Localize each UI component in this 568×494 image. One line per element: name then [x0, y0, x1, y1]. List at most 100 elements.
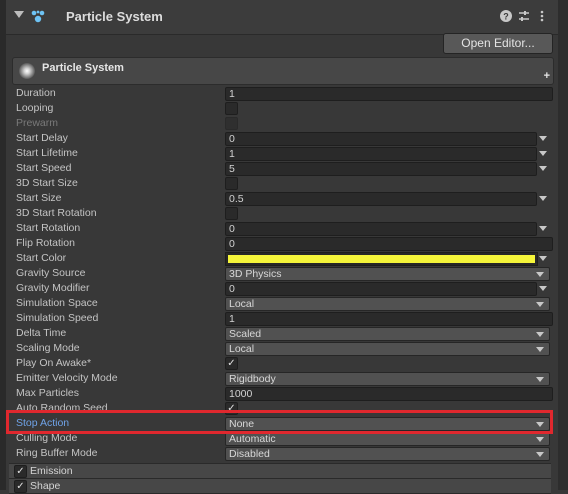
- label-start-delay: Start Delay: [16, 132, 68, 144]
- main-module-header[interactable]: Particle System +: [12, 57, 554, 85]
- label-start-rotation: Start Rotation: [16, 222, 81, 234]
- checkbox-prewarm: [225, 117, 238, 130]
- dropdown-culling-mode[interactable]: Automatic: [225, 432, 550, 446]
- label-play-on-awake: Play On Awake*: [16, 357, 92, 369]
- label-gravity-modifier: Gravity Modifier: [16, 282, 90, 294]
- help-icon[interactable]: ?: [499, 9, 513, 23]
- property-row-scaling-mode: Scaling Mode Local: [14, 341, 554, 356]
- label-start-color: Start Color: [16, 252, 67, 264]
- module-label-shape: Shape: [30, 480, 61, 492]
- dropdown-scaling-mode[interactable]: Local: [225, 342, 550, 356]
- color-menu-arrow-icon[interactable]: [539, 256, 547, 261]
- label-start-lifetime: Start Lifetime: [16, 147, 78, 159]
- chevron-down-icon: [536, 452, 544, 457]
- label-start-size: Start Size: [16, 192, 62, 204]
- label-delta-time: Delta Time: [16, 327, 67, 339]
- property-row-simulation-space: Simulation Space Local: [14, 296, 554, 311]
- property-row-start-delay: Start Delay 0: [14, 131, 554, 146]
- more-vertical-icon[interactable]: [535, 9, 549, 23]
- foldout-arrow-icon[interactable]: [14, 11, 24, 18]
- chevron-down-icon: [536, 437, 544, 442]
- field-start-rotation[interactable]: 0: [225, 222, 537, 236]
- label-flip-rotation: Flip Rotation: [16, 237, 75, 249]
- label-simulation-space: Simulation Space: [16, 297, 98, 309]
- label-looping: Looping: [16, 102, 54, 114]
- main-module-title: Particle System: [42, 62, 124, 74]
- add-module-icon[interactable]: +: [544, 70, 550, 82]
- color-swatch: [228, 255, 535, 263]
- module-header-emission[interactable]: ✓ Emission: [9, 463, 551, 479]
- property-row-looping: Looping: [14, 101, 554, 116]
- dropdown-delta-time[interactable]: Scaled: [225, 327, 550, 341]
- field-start-speed[interactable]: 5: [225, 162, 537, 176]
- property-row-prewarm: Prewarm: [14, 116, 554, 131]
- field-max-particles[interactable]: 1000: [225, 387, 553, 401]
- svg-text:?: ?: [503, 12, 509, 22]
- property-row-max-particles: Max Particles 1000: [14, 386, 554, 401]
- chevron-down-icon: [536, 272, 544, 277]
- property-row-start-speed: Start Speed 5: [14, 161, 554, 176]
- label-emitter-velocity-mode: Emitter Velocity Mode: [16, 372, 118, 384]
- component-header[interactable]: Particle System ?: [6, 0, 558, 35]
- chevron-down-icon: [536, 377, 544, 382]
- chevron-down-icon: [536, 332, 544, 337]
- property-row-start-color: Start Color: [14, 251, 554, 266]
- property-row-delta-time: Delta Time Scaled: [14, 326, 554, 341]
- label-simulation-speed: Simulation Speed: [16, 312, 99, 324]
- label-3d-start-rotation: 3D Start Rotation: [16, 207, 97, 219]
- dropdown-value-scaling-mode: Local: [229, 343, 255, 355]
- particle-system-icon: [31, 10, 45, 23]
- dropdown-simulation-space[interactable]: Local: [225, 297, 550, 311]
- field-start-lifetime[interactable]: 1: [225, 147, 537, 161]
- dropdown-gravity-source[interactable]: 3D Physics: [225, 267, 550, 281]
- checkbox-3d-start-size[interactable]: [225, 177, 238, 190]
- chevron-down-icon: [536, 347, 544, 352]
- curve-menu-arrow-icon[interactable]: [539, 136, 547, 141]
- curve-menu-arrow-icon[interactable]: [539, 196, 547, 201]
- property-row-duration: Duration 1: [14, 86, 554, 101]
- chevron-down-icon: [536, 302, 544, 307]
- checkbox-looping[interactable]: [225, 102, 238, 115]
- dropdown-value-simulation-space: Local: [229, 298, 255, 310]
- label-gravity-source: Gravity Source: [16, 267, 86, 279]
- property-row-start-rotation: Start Rotation 0: [14, 221, 554, 236]
- property-row-start-size: Start Size 0.5: [14, 191, 554, 206]
- dropdown-ring-buffer-mode[interactable]: Disabled: [225, 447, 550, 461]
- module-checkbox-shape[interactable]: ✓: [14, 480, 27, 493]
- scrollbar-track[interactable]: [558, 0, 568, 490]
- label-max-particles: Max Particles: [16, 387, 80, 399]
- field-start-delay[interactable]: 0: [225, 132, 537, 146]
- dropdown-value-ring-buffer-mode: Disabled: [229, 448, 270, 460]
- dropdown-value-gravity-source: 3D Physics: [229, 268, 282, 280]
- dropdown-value-emitter-velocity-mode: Rigidbody: [229, 373, 276, 385]
- label-duration: Duration: [16, 87, 56, 99]
- component-title: Particle System: [66, 9, 163, 24]
- module-checkbox-emission[interactable]: ✓: [14, 465, 27, 478]
- color-field-start-color[interactable]: [225, 252, 538, 266]
- module-header-shape[interactable]: ✓ Shape: [9, 478, 551, 494]
- property-row-simulation-speed: Simulation Speed 1: [14, 311, 554, 326]
- field-duration[interactable]: 1: [225, 87, 553, 101]
- label-prewarm: Prewarm: [16, 117, 59, 129]
- settings-sliders-icon[interactable]: [517, 9, 531, 23]
- curve-menu-arrow-icon[interactable]: [539, 151, 547, 156]
- label-start-speed: Start Speed: [16, 162, 72, 174]
- field-flip-rotation[interactable]: 0: [225, 237, 553, 251]
- dropdown-emitter-velocity-mode[interactable]: Rigidbody: [225, 372, 550, 386]
- stop-action-highlight-box: [6, 410, 553, 434]
- curve-menu-arrow-icon[interactable]: [539, 166, 547, 171]
- property-row-gravity-source: Gravity Source 3D Physics: [14, 266, 554, 281]
- checkbox-3d-start-rotation[interactable]: [225, 207, 238, 220]
- field-simulation-speed[interactable]: 1: [225, 312, 553, 326]
- curve-menu-arrow-icon[interactable]: [539, 286, 547, 291]
- property-row-3d-start-size: 3D Start Size: [14, 176, 554, 191]
- field-gravity-modifier[interactable]: 0: [225, 282, 537, 296]
- dropdown-value-culling-mode: Automatic: [229, 433, 276, 445]
- label-3d-start-size: 3D Start Size: [16, 177, 78, 189]
- field-start-size[interactable]: 0.5: [225, 192, 537, 206]
- module-label-emission: Emission: [30, 465, 73, 477]
- open-editor-button[interactable]: Open Editor...: [443, 33, 553, 54]
- curve-menu-arrow-icon[interactable]: [539, 226, 547, 231]
- property-row-emitter-velocity-mode: Emitter Velocity Mode Rigidbody: [14, 371, 554, 386]
- checkbox-play-on-awake[interactable]: ✓: [225, 357, 238, 370]
